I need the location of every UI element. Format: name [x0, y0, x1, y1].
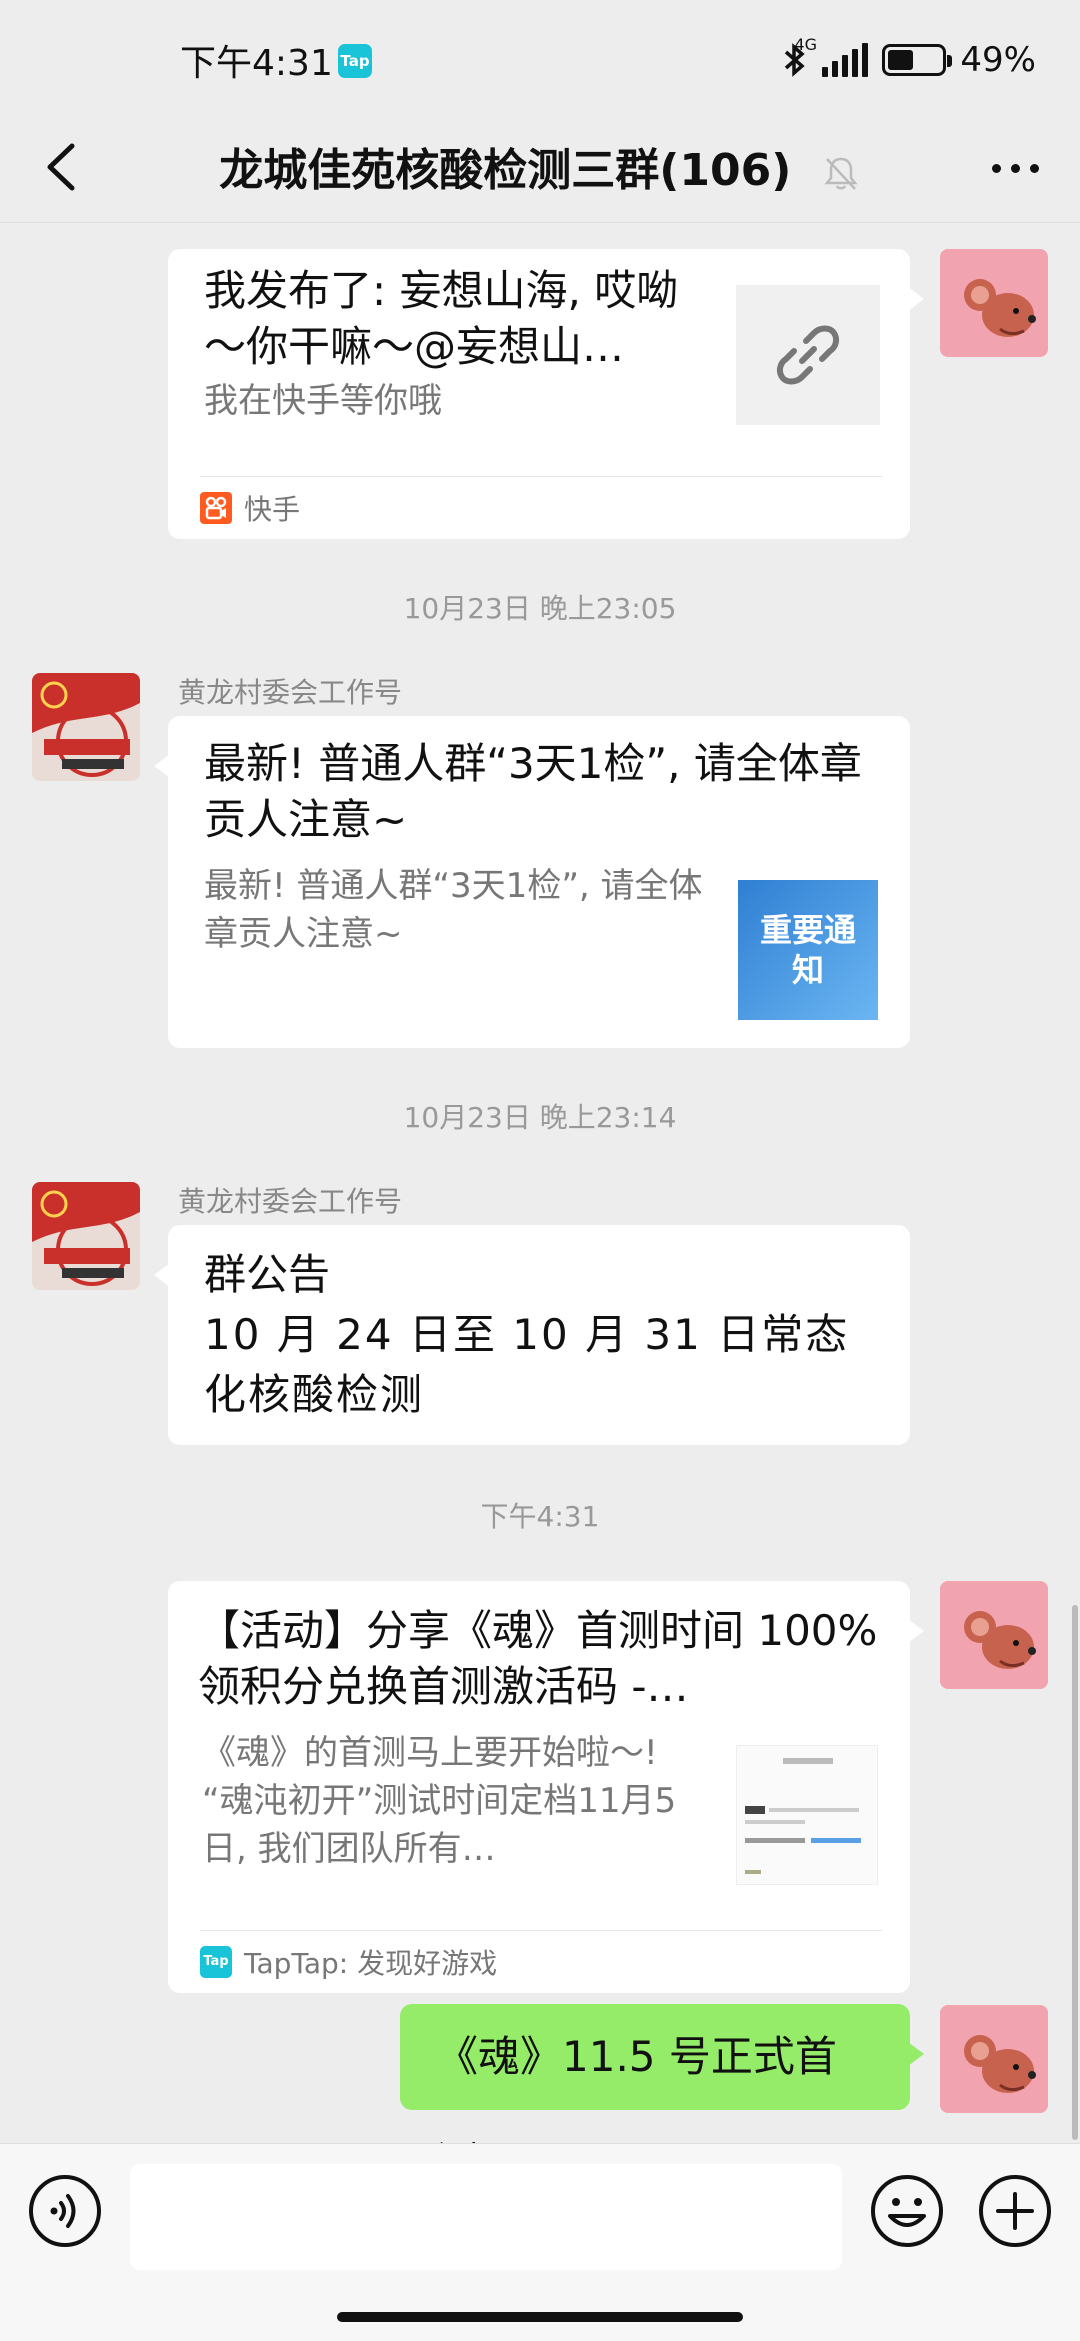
card-thumbnail: 重要通知	[738, 880, 878, 1020]
battery-icon	[882, 44, 953, 76]
message-list[interactable]: 我发布了: 妄想山海, 哎呦～你干嘛～@妄想山… 我在快手等你哦 快手 10月2…	[0, 223, 1080, 2187]
network-type: 4G	[794, 35, 817, 54]
battery-percent: 49%	[960, 40, 1036, 80]
my-avatar[interactable]	[940, 1581, 1048, 1689]
card-source-label: 快手	[244, 493, 301, 526]
timestamp: 10月23日 晚上23:14	[403, 1101, 677, 1134]
mouse-avatar-icon	[940, 249, 1048, 357]
more-dots-icon[interactable]	[980, 140, 1050, 196]
chat-header: 龙城佳苑核酸检测三群(106)	[0, 112, 1080, 223]
card-title: 最新! 普通人群“3天1检”, 请全体章贡人注意~	[204, 739, 862, 844]
card-thumbnail	[736, 1745, 878, 1885]
signal-icon: 4G	[794, 35, 869, 77]
voice-icon[interactable]	[26, 2172, 104, 2250]
announcement-text: 10 月 24 日至 10 月 31 日常态化核酸检测	[204, 1310, 850, 1419]
card-description: 最新! 普通人群“3天1检”, 请全体章贡人注意~	[204, 866, 703, 954]
plus-circle-icon[interactable]	[976, 2172, 1054, 2250]
emoji-icon[interactable]	[868, 2172, 946, 2250]
scrollbar[interactable]	[1072, 1605, 1078, 2140]
taptap-icon: Tap	[200, 1946, 232, 1978]
party-emblem-avatar-icon	[32, 673, 140, 781]
message-input[interactable]	[130, 2164, 842, 2270]
bell-off-icon	[824, 157, 858, 190]
sender-name: 黄龙村委会工作号	[178, 676, 403, 709]
status-time: 下午4:31	[180, 43, 333, 84]
sender-avatar[interactable]	[32, 673, 140, 781]
announcement-heading: 群公告	[204, 1250, 331, 1299]
timestamp: 下午4:31	[480, 1500, 600, 1533]
status-right: 4G 49%	[782, 35, 1036, 82]
card-description: 《魂》的首测马上要开始啦～! “魂沌初开”测试时间定档11月5日, 我们团队所有…	[202, 1733, 677, 1869]
status-bar: 下午4:31 Tap 4G 49%	[0, 0, 1080, 120]
chat-title-wrap: 龙城佳苑核酸检测三群(106)	[0, 134, 1080, 198]
my-avatar[interactable]	[940, 249, 1048, 357]
taptap-notification-icon: Tap	[338, 44, 372, 78]
card-thumbnail	[736, 285, 880, 425]
card-source-label: TapTap: 发现好游戏	[244, 1947, 498, 1980]
card-source: 快手	[200, 476, 882, 539]
my-avatar[interactable]	[940, 2005, 1048, 2113]
kuaishou-icon	[200, 492, 232, 524]
card-title: 我发布了: 妄想山海, 哎呦～你干嘛～@妄想山…	[204, 266, 679, 371]
card-description: 我在快手等你哦	[204, 381, 442, 421]
sender-name: 黄龙村委会工作号	[178, 1185, 403, 1218]
chat-title: 龙城佳苑核酸检测三群(106)	[219, 145, 792, 196]
sender-avatar[interactable]	[32, 1182, 140, 1290]
mouse-avatar-icon	[940, 2005, 1048, 2113]
card-title: 【活动】分享《魂》首测时间 100%领积分兑换首测激活码 -…	[198, 1606, 878, 1711]
text-message-bubble[interactable]: 《魂》11.5 号正式首测	[400, 2004, 924, 2187]
home-indicator[interactable]	[337, 2312, 743, 2322]
share-card-kuaishou[interactable]: 我发布了: 妄想山海, 哎呦～你干嘛～@妄想山… 我在快手等你哦 快手	[168, 249, 924, 539]
mouse-avatar-icon	[940, 1581, 1048, 1689]
timestamp: 10月23日 晚上23:05	[403, 592, 677, 625]
party-emblem-avatar-icon	[32, 1182, 140, 1290]
link-icon	[776, 325, 840, 385]
announcement-bubble[interactable]: 群公告 10 月 24 日至 10 月 31 日常态化核酸检测	[154, 1225, 910, 1445]
article-card[interactable]: 最新! 普通人群“3天1检”, 请全体章贡人注意~ 最新! 普通人群“3天1检”…	[154, 716, 910, 1048]
share-card-taptap[interactable]: 【活动】分享《魂》首测时间 100%领积分兑换首测激活码 -… 《魂》的首测马上…	[168, 1581, 924, 1993]
card-source: Tap TapTap: 发现好游戏	[200, 1930, 882, 1993]
